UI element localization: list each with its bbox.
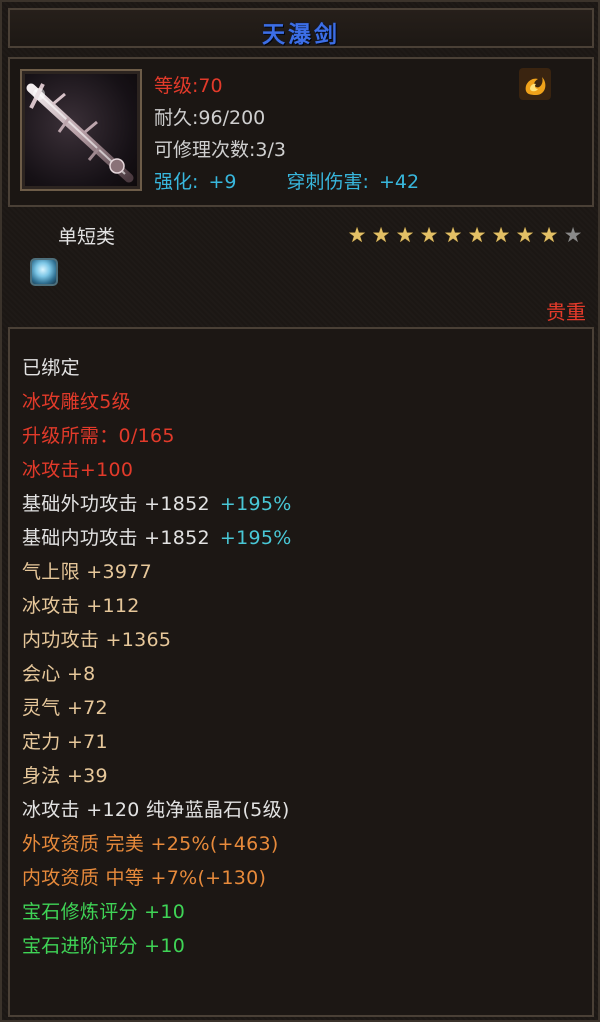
enhance-label: 强化:: [154, 171, 199, 193]
attribute-text: +195%: [219, 493, 292, 515]
attribute-line: 气上限 +3977: [22, 557, 162, 584]
attribute-text: 宝石进阶评分 +10: [22, 935, 186, 957]
attribute-line: 宝石进阶评分 +10: [22, 931, 195, 958]
star-empty-icon: ★: [563, 223, 583, 247]
item-icon-frame: [20, 69, 142, 191]
item-level: 等级:70: [154, 75, 223, 97]
attribute-line: 内攻资质 中等 +7%(+130): [22, 863, 276, 890]
attribute-line: 宝石修炼评分 +10: [22, 897, 195, 924]
attribute-text: 外攻资质 完美 +25%(+463): [22, 833, 279, 855]
attribute-line: 已绑定: [22, 353, 90, 380]
item-attributes: 已绑定冰攻雕纹5级升级所需：0/165 冰攻击+100 基础外功攻击 +1852 +1…: [8, 327, 594, 1017]
attribute-line: 升级所需：0/165: [22, 421, 185, 448]
item-repair-count: 可修理次数:3/3: [154, 139, 286, 161]
item-category-area: 单短类 ★ ★ ★ ★ ★ ★ ★ ★ ★ ★ 贵重: [8, 212, 594, 324]
blue-crystal-gem-icon[interactable]: [30, 258, 58, 286]
star-filled-icon: ★: [539, 223, 559, 247]
star-filled-icon: ★: [395, 223, 415, 247]
attribute-line: 冰攻击 +120 纯净蓝晶石(5级): [22, 795, 300, 822]
star-rating: ★ ★ ★ ★ ★ ★ ★ ★ ★ ★: [346, 224, 584, 246]
item-category: 单短类: [58, 226, 116, 248]
attribute-text: 内功攻击 +1365: [22, 629, 172, 651]
item-rarity: 贵重: [546, 300, 586, 324]
star-filled-icon: ★: [467, 223, 487, 247]
attribute-text: 冰攻击 +120 纯净蓝晶石(5级): [22, 799, 290, 821]
star-filled-icon: ★: [443, 223, 463, 247]
attribute-text: 冰攻雕纹5级: [22, 391, 131, 413]
attribute-text: 升级所需：0/165: [22, 425, 175, 447]
attribute-line: 基础内功攻击 +1852 +195%: [22, 523, 302, 550]
attribute-line: 基础外功攻击 +1852 +195%: [22, 489, 302, 516]
star-filled-icon: ★: [419, 223, 439, 247]
attribute-text: 冰攻击 +112: [22, 595, 140, 617]
attribute-text: 灵气 +72: [22, 697, 108, 719]
item-name: 天瀑剑: [262, 22, 340, 48]
attribute-line: 灵气 +72: [22, 693, 118, 720]
star-filled-icon: ★: [515, 223, 535, 247]
attribute-text: +195%: [219, 527, 292, 549]
star-filled-icon: ★: [347, 223, 367, 247]
item-durability: 耐久:96/200: [154, 107, 266, 129]
enhance-value: +9: [208, 171, 237, 193]
pierce-label: 穿刺伤害:: [286, 171, 369, 193]
attribute-line: 外攻资质 完美 +25%(+463): [22, 829, 289, 856]
attribute-line: 会心 +8: [22, 659, 106, 686]
item-enhance-row: 强化: +9 穿刺伤害: +42: [154, 167, 419, 194]
attribute-line: 内功攻击 +1365: [22, 625, 181, 652]
star-filled-icon: ★: [491, 223, 511, 247]
pierce-value: +42: [378, 171, 420, 193]
attribute-text: 气上限 +3977: [22, 561, 153, 583]
title-bar: 天瀑剑: [8, 8, 594, 48]
star-filled-icon: ★: [371, 223, 391, 247]
item-tooltip-panel: 天瀑剑 等级:70 耐久:96/200 可修理次数:3/3 强化: +9 穿刺伤…: [0, 0, 600, 1022]
attribute-text: 冰攻击+100: [22, 459, 134, 481]
attribute-text: 已绑定: [22, 357, 80, 379]
attribute-line: 冰攻击 +112: [22, 591, 150, 618]
attribute-line: 冰攻击+100: [22, 455, 143, 482]
attribute-line: 身法 +39: [22, 761, 118, 788]
attribute-line: 冰攻雕纹5级: [22, 387, 141, 414]
attribute-text: 定力 +71: [22, 731, 108, 753]
attribute-text: 身法 +39: [22, 765, 108, 787]
sword-icon: [25, 74, 137, 186]
attribute-text: 基础外功攻击 +1852: [22, 493, 210, 515]
attribute-text: 内攻资质 中等 +7%(+130): [22, 867, 267, 889]
flame-swirl-icon: [518, 67, 552, 101]
attribute-text: 会心 +8: [22, 663, 96, 685]
item-header: 等级:70 耐久:96/200 可修理次数:3/3 强化: +9 穿刺伤害: +…: [8, 57, 594, 207]
attribute-text: 基础内功攻击 +1852: [22, 527, 210, 549]
attribute-text: 宝石修炼评分 +10: [22, 901, 186, 923]
attribute-line: 定力 +71: [22, 727, 118, 754]
